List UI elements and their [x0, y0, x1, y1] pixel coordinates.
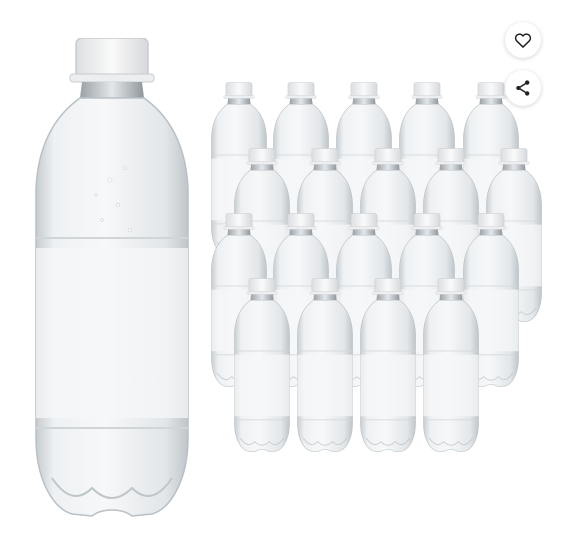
heart-outline-icon	[514, 33, 532, 48]
favorite-button[interactable]	[505, 22, 541, 58]
share-icon	[516, 80, 530, 96]
bottle-pack	[211, 82, 542, 453]
share-button[interactable]	[505, 70, 541, 106]
product-image	[35, 38, 542, 517]
product-image-viewer	[0, 0, 566, 550]
hero-bottle	[35, 38, 189, 517]
